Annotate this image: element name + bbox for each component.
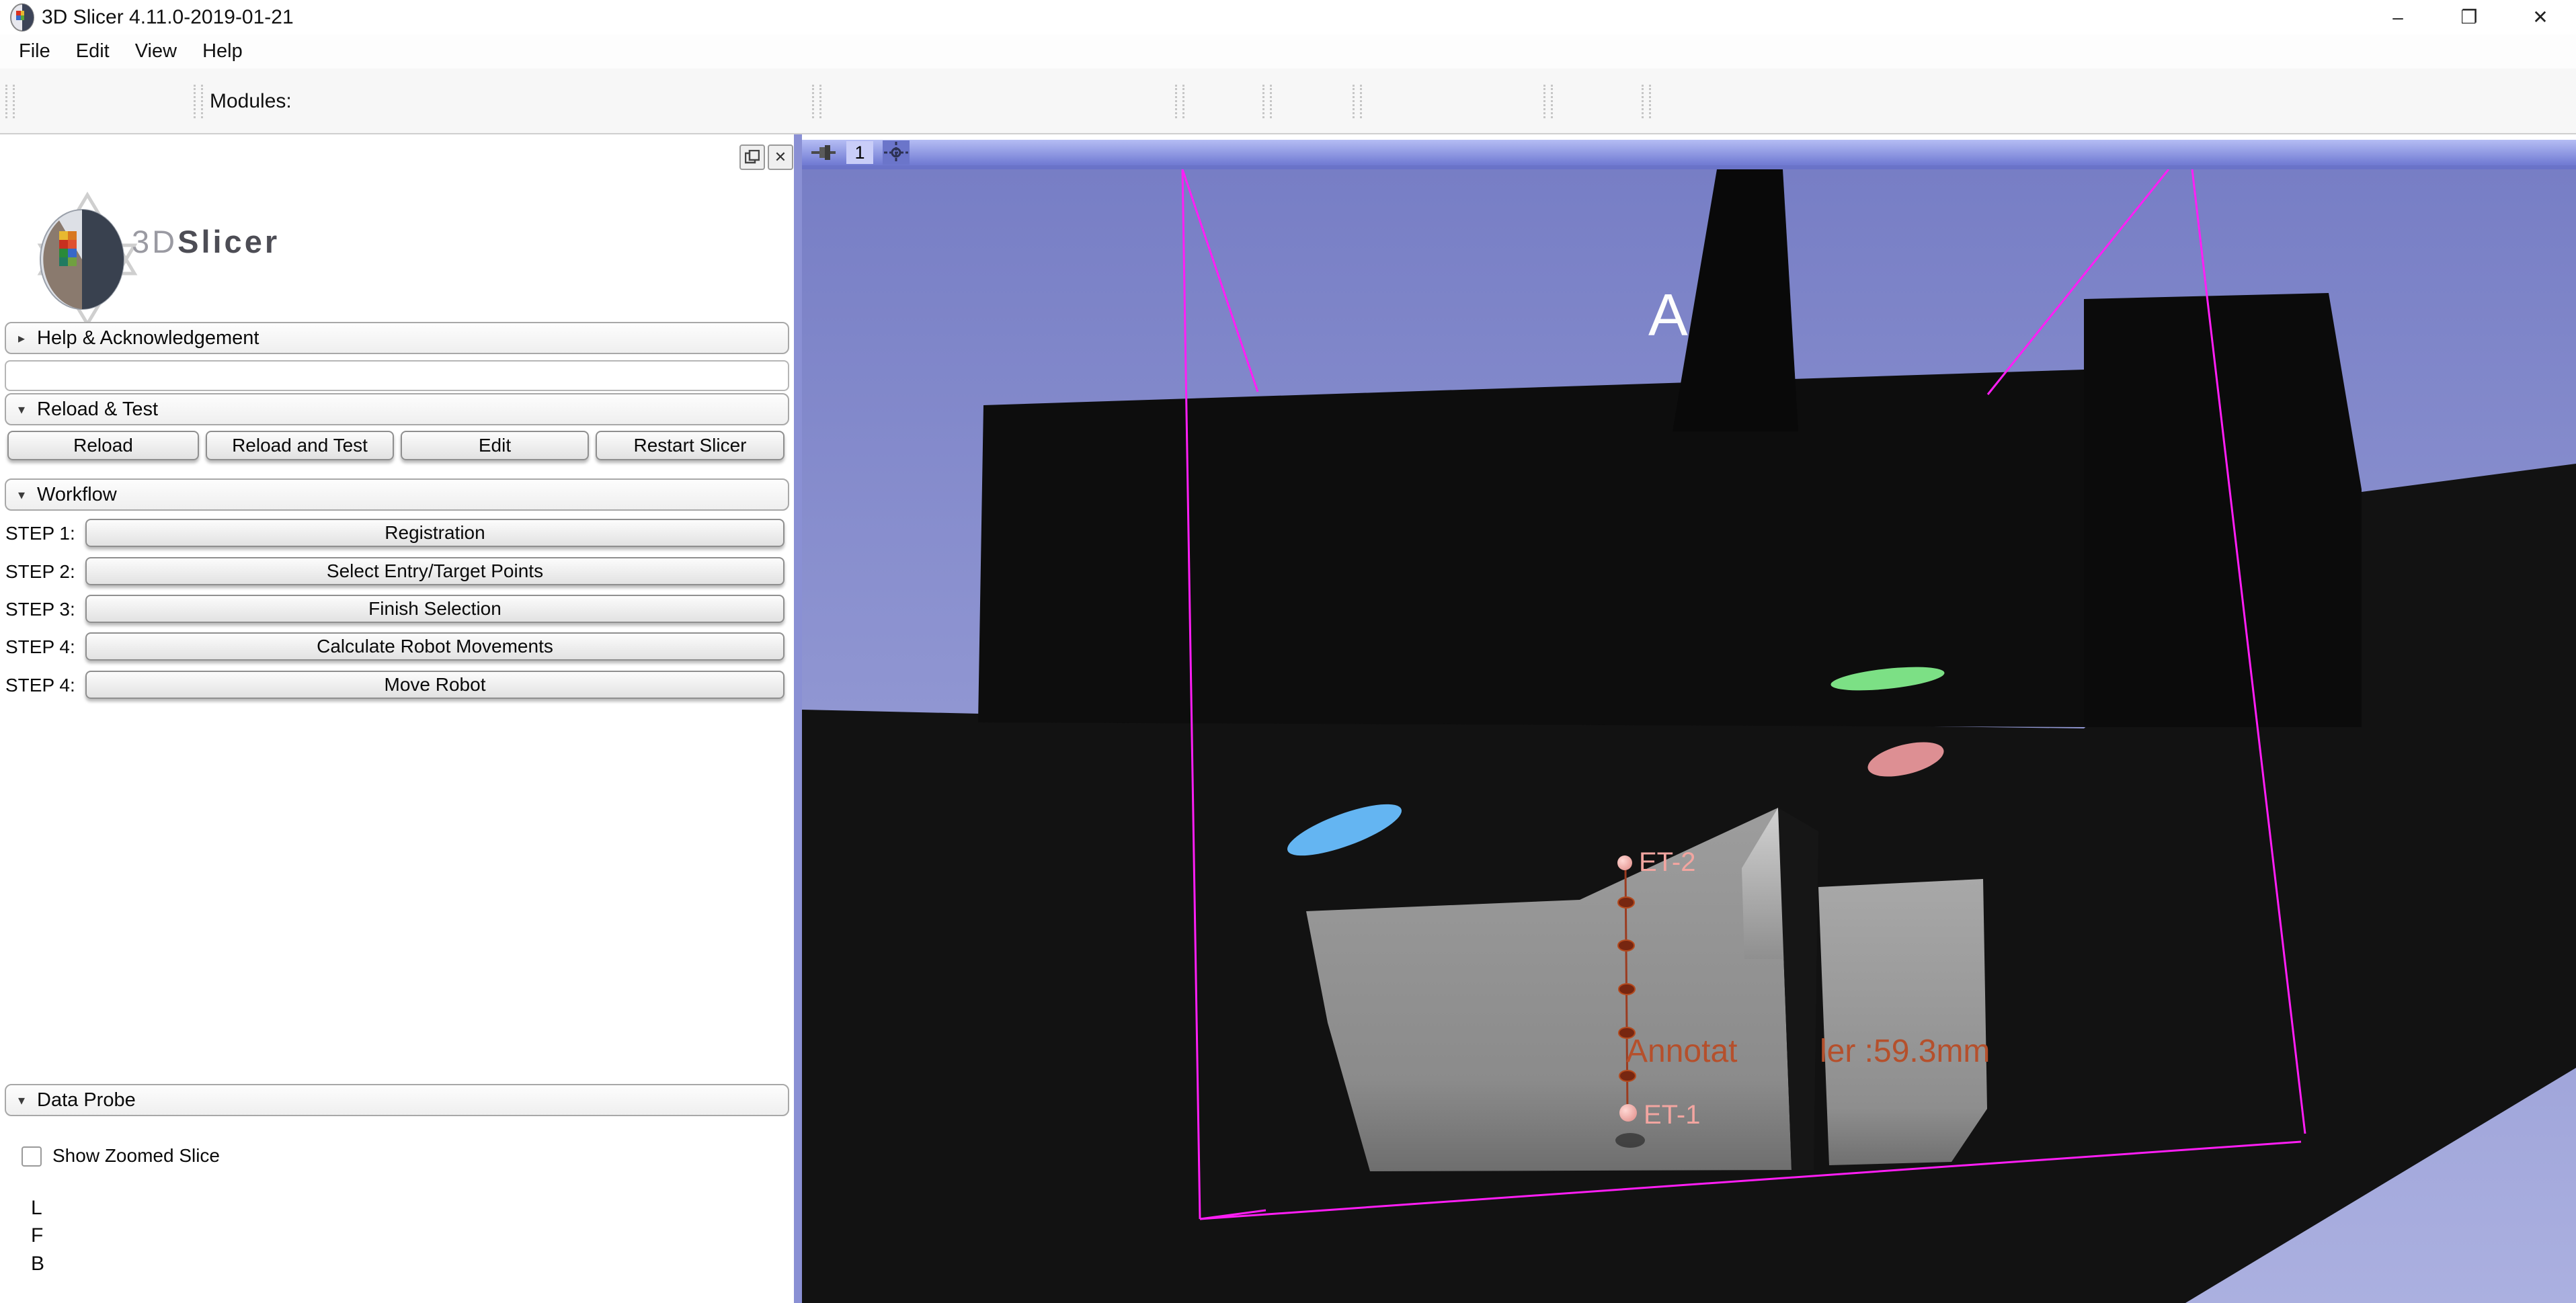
ruler-annotation-left: Annotat xyxy=(1626,1034,1737,1069)
right-slice-plane xyxy=(2084,293,2362,727)
menu-file[interactable]: File xyxy=(9,40,67,62)
slicer-window: 3D Slicer 4.11.0-2019-01-21 – ❐ ✕ File E… xyxy=(0,0,2576,1303)
restore-icon[interactable]: ❐ xyxy=(2433,0,2505,34)
expand-triangle-icon: ▾ xyxy=(6,401,37,418)
step-1-label: STEP 1: xyxy=(5,523,75,544)
close-icon[interactable]: ✕ xyxy=(2505,0,2576,34)
section-data-probe-label: Data Probe xyxy=(37,1089,136,1111)
step-2-label: STEP 2: xyxy=(5,561,75,583)
menu-bar: File Edit View Help xyxy=(0,34,2576,69)
3d-view[interactable]: ET-2 ET-1 Annotat ler :59.3mm A xyxy=(802,169,2576,1303)
expand-triangle-icon: ▾ xyxy=(6,1092,37,1109)
orientation-label-anterior: A xyxy=(1648,282,1688,348)
logo-wordmark: 3DSlicer xyxy=(132,223,280,260)
minimize-icon[interactable]: – xyxy=(2362,0,2433,34)
window-controls: – ❐ ✕ xyxy=(2362,0,2576,34)
logo-text-slicer: Slicer xyxy=(177,224,280,259)
probe-row-l: L xyxy=(31,1197,42,1220)
logo-text-3d: 3D xyxy=(132,224,177,259)
panel-close-icon[interactable]: ✕ xyxy=(768,144,793,170)
menu-edit[interactable]: Edit xyxy=(67,40,126,62)
section-help-label: Help & Acknowledgement xyxy=(37,327,259,349)
restart-slicer-button[interactable]: Restart Slicer xyxy=(596,431,784,460)
view-pin-icon[interactable] xyxy=(810,142,837,163)
toolbar-separator xyxy=(194,85,203,118)
main-toolbar: DATA DCM SAVE Modules: xyxy=(0,69,2576,134)
fiducial-et1-label[interactable]: ET-1 xyxy=(1644,1100,1700,1130)
calculate-robot-movements-button[interactable]: Calculate Robot Movements xyxy=(85,632,784,661)
toolbar-separator xyxy=(1543,85,1553,118)
fiducial-et2-marker[interactable] xyxy=(1617,855,1632,870)
app-logo-icon xyxy=(8,3,36,32)
view-top-gap xyxy=(802,134,2576,140)
view3d-header-bar[interactable]: 1 xyxy=(802,140,2576,169)
menu-help[interactable]: Help xyxy=(193,40,259,62)
section-workflow-label: Workflow xyxy=(37,484,117,506)
move-robot-button[interactable]: Move Robot xyxy=(85,671,784,699)
collapse-triangle-icon: ▸ xyxy=(6,330,37,347)
show-zoomed-slice-label: Show Zoomed Slice xyxy=(52,1145,220,1167)
edit-button[interactable]: Edit xyxy=(401,431,589,460)
reload-button[interactable]: Reload xyxy=(7,431,199,460)
show-zoomed-slice-checkbox[interactable] xyxy=(22,1146,42,1167)
reload-and-test-button[interactable]: Reload and Test xyxy=(206,431,394,460)
probe-row-f: F xyxy=(31,1224,43,1247)
toolbar-separator xyxy=(1175,85,1184,118)
phantom-block-right xyxy=(1818,879,1987,1165)
section-data-probe[interactable]: ▾ Data Probe xyxy=(5,1084,789,1116)
view3d-number: 1 xyxy=(846,141,873,164)
section-reload-label: Reload & Test xyxy=(37,398,158,421)
toolbar-separator xyxy=(812,85,821,118)
step-3-label: STEP 3: xyxy=(5,599,75,620)
window-title: 3D Slicer 4.11.0-2019-01-21 xyxy=(42,6,294,29)
fiducial-shadow xyxy=(1615,1133,1645,1148)
panel-float-icon[interactable] xyxy=(739,144,765,170)
expand-triangle-icon: ▾ xyxy=(6,487,37,503)
fiducial-et1-marker[interactable] xyxy=(1619,1104,1637,1122)
section-help-acknowledgement[interactable]: ▸ Help & Acknowledgement xyxy=(5,322,789,354)
section-workflow[interactable]: ▾ Workflow xyxy=(5,478,789,511)
help-text-box xyxy=(5,360,789,391)
toolbar-drag-handle[interactable] xyxy=(5,85,15,118)
toolbar-separator xyxy=(1642,85,1651,118)
modules-label: Modules: xyxy=(210,69,292,134)
step-4-label: STEP 4: xyxy=(5,636,75,658)
section-reload-test[interactable]: ▾ Reload & Test xyxy=(5,393,789,425)
toolbar-separator xyxy=(1353,85,1362,118)
ruler-annotation-right: ler :59.3mm xyxy=(1820,1034,1990,1069)
panel-splitter[interactable] xyxy=(794,134,802,1303)
finish-selection-button[interactable]: Finish Selection xyxy=(85,595,784,623)
title-bar: 3D Slicer 4.11.0-2019-01-21 – ❐ ✕ xyxy=(0,0,2576,34)
step-4b-label: STEP 4: xyxy=(5,675,75,696)
menu-view[interactable]: View xyxy=(126,40,193,62)
toolbar-separator xyxy=(1262,85,1272,118)
select-entry-target-points-button[interactable]: Select Entry/Target Points xyxy=(85,557,784,585)
view-crosshair-icon[interactable] xyxy=(881,140,911,165)
fiducial-et2-label[interactable]: ET-2 xyxy=(1639,847,1695,877)
module-panel: ✕ 3DSlicer ▸ Help & Acknowledgement ▾ Re… xyxy=(0,134,794,1303)
registration-button[interactable]: Registration xyxy=(85,519,784,547)
probe-row-b: B xyxy=(31,1253,44,1275)
